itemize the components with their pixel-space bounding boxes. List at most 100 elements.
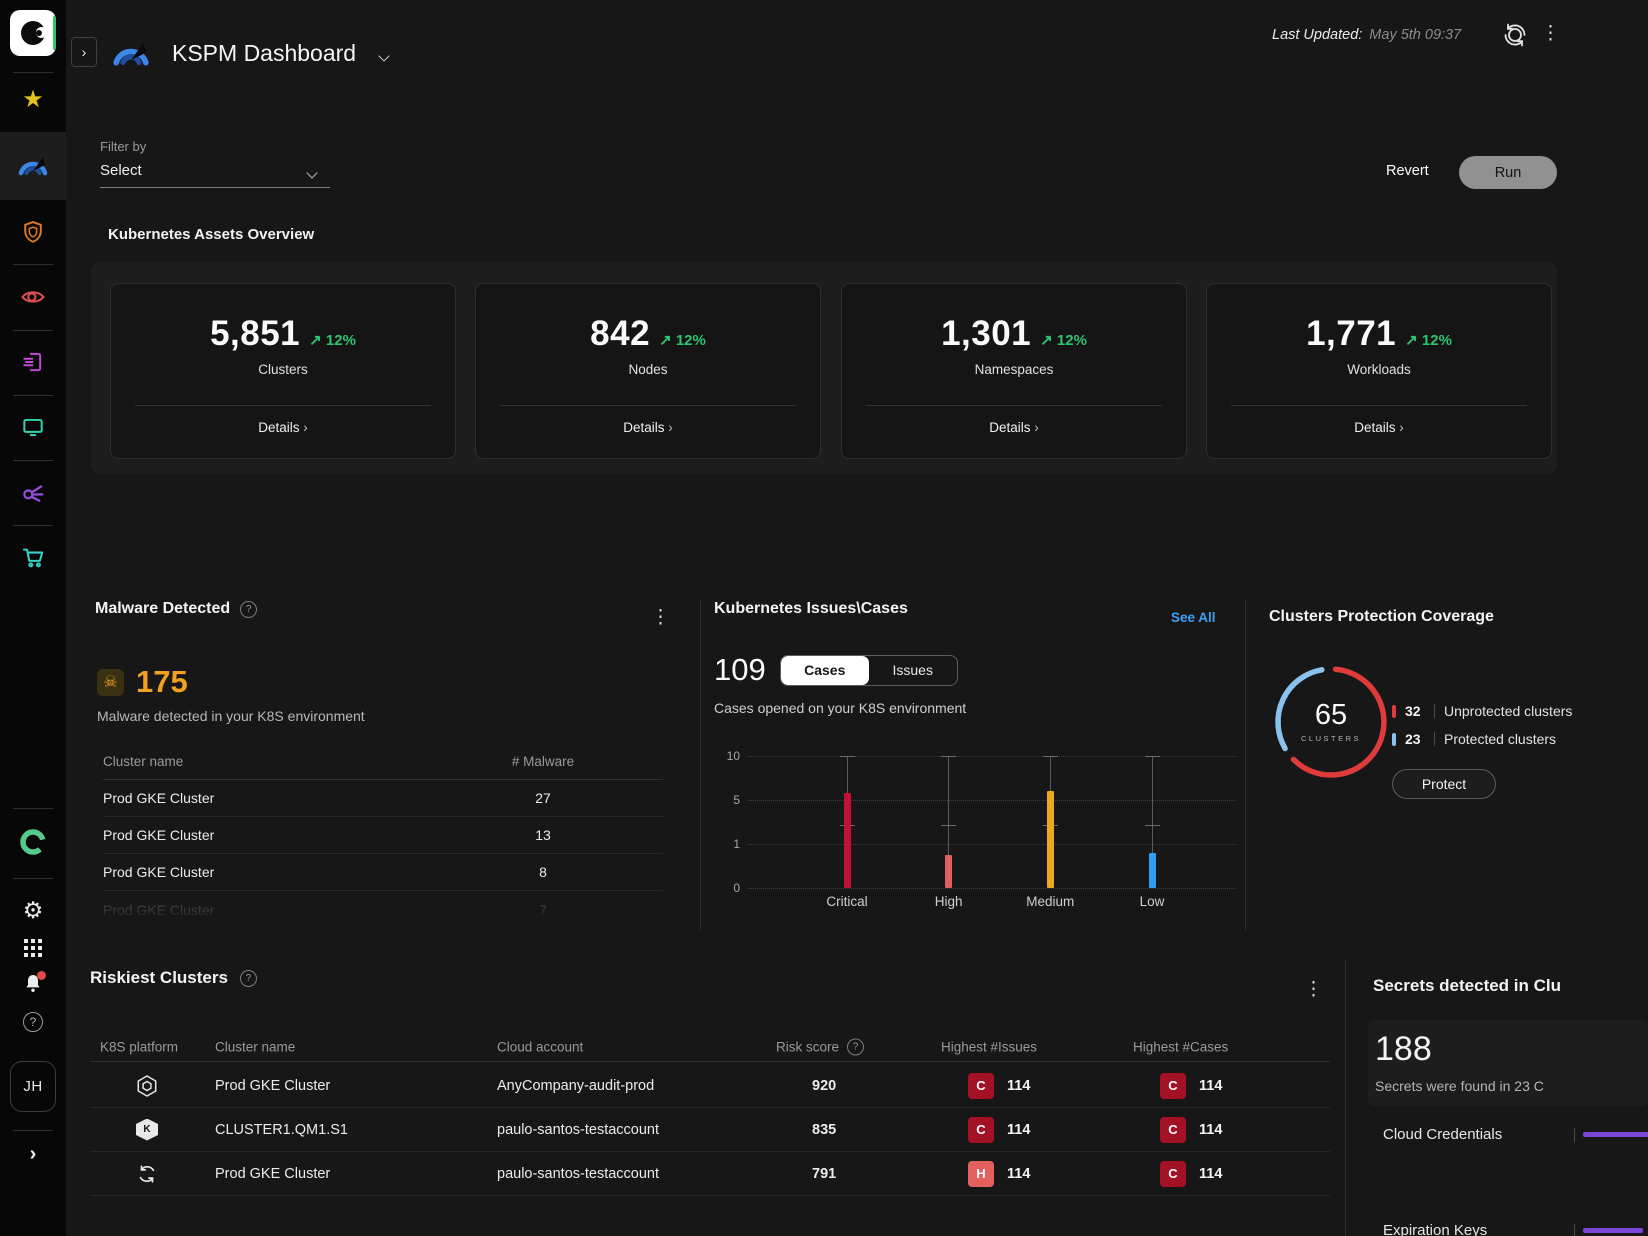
col-k8s-platform: K8S platform [100,1039,178,1054]
filter-select-value: Select [100,162,142,179]
divider [1345,960,1346,1236]
protected-total: 65 [1315,701,1347,730]
table-row[interactable]: Prod GKE Cluster 27 [103,780,663,817]
sidebar-item-marketplace[interactable] [0,537,66,577]
nodes-details-link[interactable]: Details › [476,420,820,435]
run-button[interactable]: Run [1459,156,1557,189]
table-row[interactable]: Prod GKE Cluster 13 [103,817,663,854]
cases-count: 114 [1199,1122,1222,1138]
col-highest-cases: Highest #Cases [1133,1039,1228,1054]
kspm-dashboard-app: ★ [0,0,1648,1236]
last-updated-label: Last Updated: [1272,27,1362,43]
sidebar-item-shift-left[interactable] [0,342,66,382]
malware-help-icon[interactable]: ? [240,601,257,618]
clusters-details-link[interactable]: Details › [111,420,455,435]
cases-issues-toggle[interactable]: Cases Issues [780,655,958,686]
malware-count-cell: 27 [483,790,603,806]
col-malware-count: # Malware [483,754,603,769]
grid-icon [24,939,43,958]
sidebar-item-favorites[interactable]: ★ [0,80,66,120]
severity-bar-high[interactable] [945,855,952,888]
namespaces-details-link[interactable]: Details › [842,420,1186,435]
riskiest-help-icon[interactable]: ? [240,970,257,987]
see-all-link[interactable]: See All [1171,610,1216,625]
eye-icon [19,283,47,311]
cluster-name: Prod GKE Cluster [103,827,483,843]
clusters-label: Clusters [111,362,455,377]
cluster-name: Prod GKE Cluster [215,1166,330,1182]
gridline [748,756,1236,757]
cloud-account: paulo-santos-testaccount [497,1166,659,1182]
sidebar-item-eye[interactable] [0,277,66,317]
cluster-name: CLUSTER1.QM1.S1 [215,1122,348,1138]
tab-cases[interactable]: Cases [781,656,869,685]
sidebar: ★ [0,0,66,1236]
table-row[interactable]: Prod GKE Cluster 7 [103,891,663,928]
cases-count: 114 [1199,1166,1222,1182]
col-cluster-name: Cluster name [215,1039,295,1054]
workloads-details-link[interactable]: Details › [1207,420,1551,435]
sidebar-item-settings[interactable]: ⚙ [0,890,66,930]
sidebar-item-kubernetes[interactable] [0,822,66,862]
filter-by-label: Filter by [100,139,146,154]
sidebar-item-attack-paths[interactable] [0,472,66,512]
refresh-button[interactable] [1500,20,1530,50]
workloads-label: Workloads [1207,362,1551,377]
chevron-down-icon [306,167,317,178]
table-row[interactable]: Prod GKE Cluster paulo-santos-testaccoun… [90,1152,1330,1196]
secrets-panel: Secrets detected in Clu 188 Secrets were… [1368,968,1648,1236]
nodes-value: 842 [590,314,650,354]
col-highest-issues: Highest #Issues [941,1039,1037,1054]
sidebar-item-shield[interactable] [0,212,66,252]
y-axis-tick: 1 [714,837,740,851]
k8s-hexagon-icon: K [136,1119,158,1141]
sidebar-item-help[interactable]: ? [0,1002,66,1042]
sidebar-item-kspm-dashboard[interactable] [0,146,66,186]
malware-kebab-menu[interactable]: ⋮ [651,608,670,627]
workloads-delta: ↗ 12% [1405,331,1452,349]
cloud-account: AnyCompany-audit-prod [497,1078,654,1094]
sidebar-item-workstation[interactable] [0,407,66,447]
table-row[interactable]: Prod GKE Cluster 8 [103,854,663,891]
issues-count: 114 [1007,1078,1030,1094]
issues-count: 114 [1007,1122,1030,1138]
dashboard-gauge-icon [110,33,152,75]
orca-logo-icon [21,21,45,45]
page-title: KSPM Dashboard [172,40,356,67]
assets-overview-title: Kubernetes Assets Overview [108,226,314,243]
avatar[interactable]: JH [10,1061,56,1112]
orca-logo[interactable] [10,10,56,56]
filter-select[interactable]: Select [100,162,330,188]
green-ring-icon [18,827,48,857]
severity-bar-critical[interactable] [844,793,851,888]
title-dropdown-chevron-icon[interactable] [378,50,389,61]
header-kebab-menu[interactable]: ⋮ [1541,24,1560,43]
gauge-icon [16,149,50,183]
highest-issues: H114 [968,1161,1030,1187]
star-icon: ★ [22,88,44,112]
protect-button[interactable]: Protect [1392,769,1496,799]
risk-score-help-icon[interactable]: ? [847,1038,864,1055]
table-row[interactable]: K CLUSTER1.QM1.S1 paulo-santos-testaccou… [90,1108,1330,1152]
x-axis-label: Low [1107,894,1197,909]
whisker-cap [1145,825,1160,826]
protection-coverage-panel: Clusters Protection Coverage 65 CLUSTERS… [1258,600,1648,930]
sidebar-expand-button[interactable]: › [0,1134,66,1174]
secrets-subtitle: Secrets were found in 23 C [1375,1078,1544,1094]
revert-button[interactable]: Revert [1386,163,1429,179]
unprotected-value: 32 [1405,703,1425,719]
tab-issues[interactable]: Issues [869,656,957,685]
nodes-label: Nodes [476,362,820,377]
workloads-value: 1,771 [1306,314,1396,354]
table-row[interactable]: Prod GKE Cluster AnyCompany-audit-prod 9… [90,1064,1330,1108]
panel-collapse-button[interactable]: › [71,37,97,67]
severity-badge: C [1160,1117,1186,1143]
severity-bar-medium[interactable] [1047,791,1054,888]
sidebar-item-notifications[interactable] [0,964,66,1004]
secret-bar [1583,1132,1648,1137]
riskiest-kebab-menu[interactable]: ⋮ [1304,980,1323,999]
sidebar-item-apps-grid[interactable] [0,928,66,968]
highest-cases: C114 [1160,1161,1222,1187]
severity-bar-low[interactable] [1149,853,1156,888]
secret-type-label: Expiration Keys [1383,1222,1487,1236]
